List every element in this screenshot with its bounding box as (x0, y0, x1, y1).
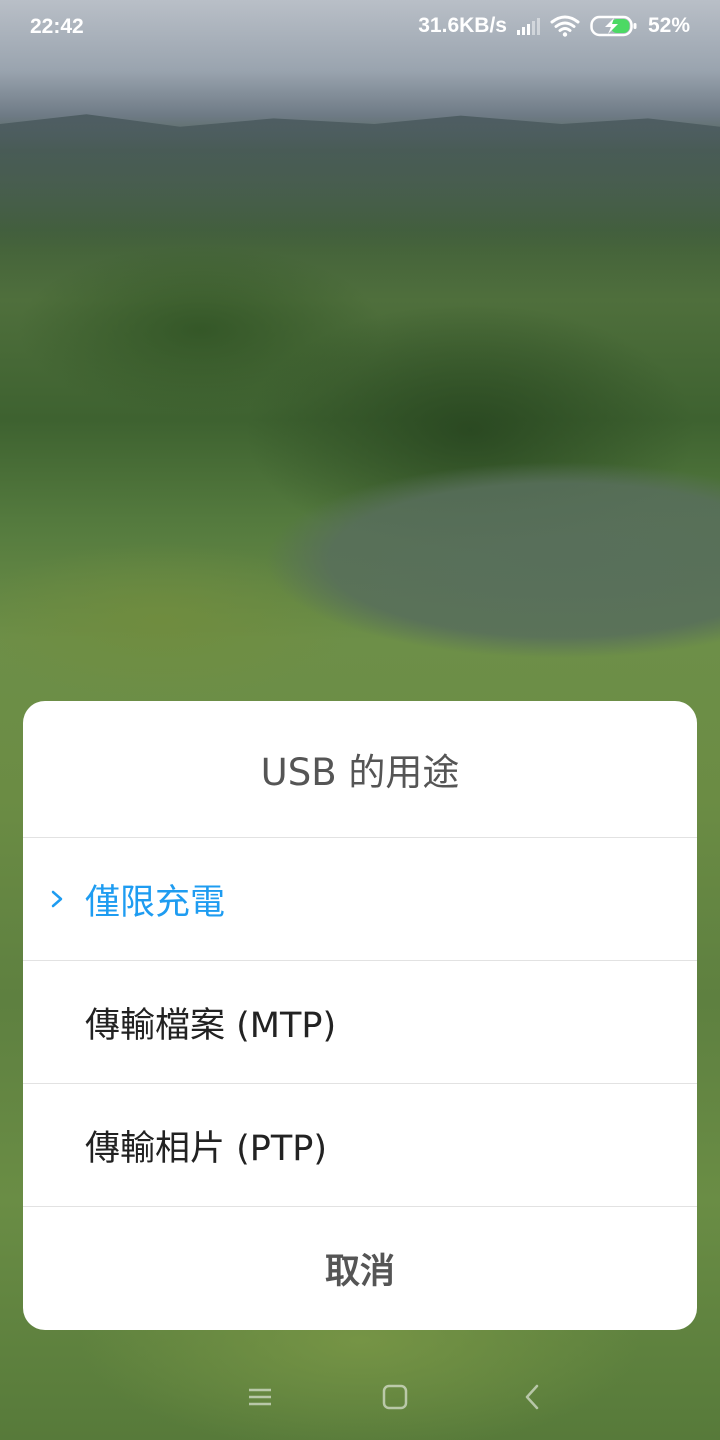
status-bar: 22:42 31.6KB/s 52% (0, 0, 720, 56)
chevron-right-icon (51, 890, 63, 908)
network-speed: 31.6KB/s (418, 14, 507, 37)
status-right-group: 31.6KB/s 52% (418, 14, 690, 38)
battery-charging-icon (590, 15, 638, 37)
option-label: 傳輸檔案 (MTP) (85, 1005, 337, 1046)
usb-purpose-dialog: USB 的用途 僅限充電 傳輸檔案 (MTP) 傳輸相片 (PTP) 取消 (23, 701, 697, 1330)
wallpaper-mountains (0, 114, 720, 250)
navigation-bar (0, 1362, 720, 1432)
signal-icon (516, 17, 540, 35)
option-label: 僅限充電 (85, 882, 226, 923)
option-transfer-files-mtp[interactable]: 傳輸檔案 (MTP) (23, 961, 697, 1084)
screen: 22:42 31.6KB/s 52% USB 的用途 僅限充電 傳輸檔案 (MT… (0, 0, 720, 1440)
option-charge-only[interactable]: 僅限充電 (23, 838, 697, 961)
status-time: 22:42 (30, 15, 84, 38)
back-icon[interactable] (518, 1382, 548, 1412)
option-label: 傳輸相片 (PTP) (85, 1128, 328, 1169)
dialog-title: USB 的用途 (23, 701, 697, 838)
battery-percent: 52% (647, 14, 690, 37)
option-transfer-photos-ptp[interactable]: 傳輸相片 (PTP) (23, 1084, 697, 1207)
home-icon[interactable] (380, 1382, 410, 1412)
cancel-button[interactable]: 取消 (23, 1207, 697, 1330)
wifi-icon (550, 15, 580, 37)
menu-icon[interactable] (245, 1382, 275, 1412)
